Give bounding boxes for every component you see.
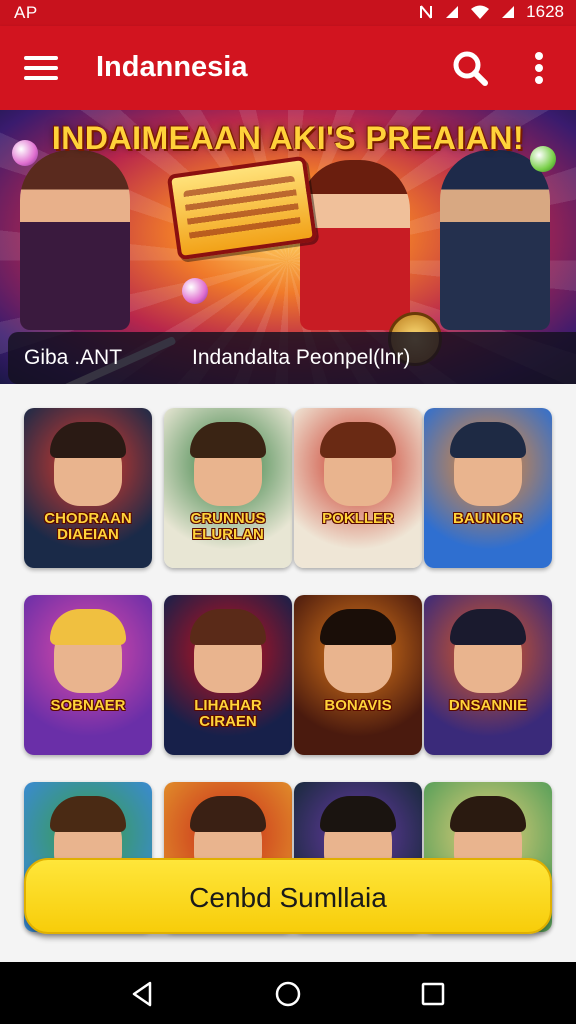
- game-card[interactable]: BONAVIS: [294, 595, 422, 755]
- game-card[interactable]: SOBNAER: [24, 595, 152, 755]
- app-bar: Indannesia: [0, 26, 576, 110]
- character-hair: [190, 796, 266, 832]
- game-card[interactable]: CRUNNUS ELURLAN: [164, 408, 292, 568]
- magic-orb: [182, 278, 208, 304]
- logo-lettering: [183, 175, 301, 241]
- character-hair: [190, 422, 266, 458]
- menu-icon[interactable]: [22, 52, 60, 84]
- hero-banner[interactable]: INDAIMEAAN AKI'S PREAIAN! Giba .ANT Inda…: [0, 110, 576, 384]
- game-title: BONAVIS: [324, 697, 392, 714]
- game-title: LIHAHAR CIRAEN: [194, 697, 262, 730]
- recents-icon[interactable]: [418, 979, 448, 1009]
- game-card[interactable]: DNSANNIE: [424, 595, 552, 755]
- game-title: BAUNIOR: [453, 510, 523, 527]
- app-title: Indannesia: [96, 51, 248, 83]
- nfc-icon: [420, 5, 433, 19]
- home-icon[interactable]: [273, 979, 303, 1009]
- game-card[interactable]: BAUNIOR: [424, 408, 552, 568]
- signal-icon: [446, 6, 459, 18]
- character-hair: [450, 796, 526, 832]
- hero-character-left: [20, 150, 130, 330]
- character-hair: [450, 422, 526, 458]
- signal-icon-2: [502, 6, 515, 18]
- game-title: CHODRAAN DIAEIAN: [44, 510, 132, 543]
- game-title: DNSANNIE: [448, 697, 528, 714]
- character-hair: [320, 609, 396, 645]
- game-title: POKLLER: [322, 510, 394, 527]
- hero-caption: Giba .ANT Indandalta Peonpel(lnr): [8, 332, 576, 384]
- character-hair: [320, 422, 396, 458]
- more-vert-icon[interactable]: [524, 48, 554, 88]
- game-title: CRUNNUS ELURLAN: [190, 510, 266, 543]
- system-nav-bar: [0, 962, 576, 1024]
- wifi-icon: [471, 5, 490, 19]
- character-hair: [190, 609, 266, 645]
- character-hair: [450, 609, 526, 645]
- hero-character-right: [440, 150, 550, 330]
- hero-caption-right: Indandalta Peonpel(lnr): [192, 346, 411, 369]
- status-bar: AP 1628: [0, 0, 576, 26]
- hero-caption-left: Giba .ANT: [24, 346, 123, 369]
- character-hair: [50, 422, 126, 458]
- character-hair: [50, 609, 126, 645]
- status-time: 1628: [526, 2, 564, 21]
- character-hair: [320, 796, 396, 832]
- back-icon[interactable]: [128, 979, 158, 1009]
- game-card[interactable]: POKLLER: [294, 408, 422, 568]
- status-carrier-text: AP: [14, 3, 38, 22]
- character-hair: [50, 796, 126, 832]
- hero-character-center: [300, 160, 410, 330]
- game-card[interactable]: LIHAHAR CIRAEN: [164, 595, 292, 755]
- cta-label: Cenbd Sumllaia: [189, 882, 387, 913]
- cta-button[interactable]: Cenbd Sumllaia: [24, 858, 552, 934]
- search-icon[interactable]: [450, 48, 490, 88]
- game-card[interactable]: CHODRAAN DIAEIAN: [24, 408, 152, 568]
- hero-headline: INDAIMEAAN AKI'S PREAIAN!: [51, 120, 525, 156]
- game-title: SOBNAER: [50, 697, 126, 714]
